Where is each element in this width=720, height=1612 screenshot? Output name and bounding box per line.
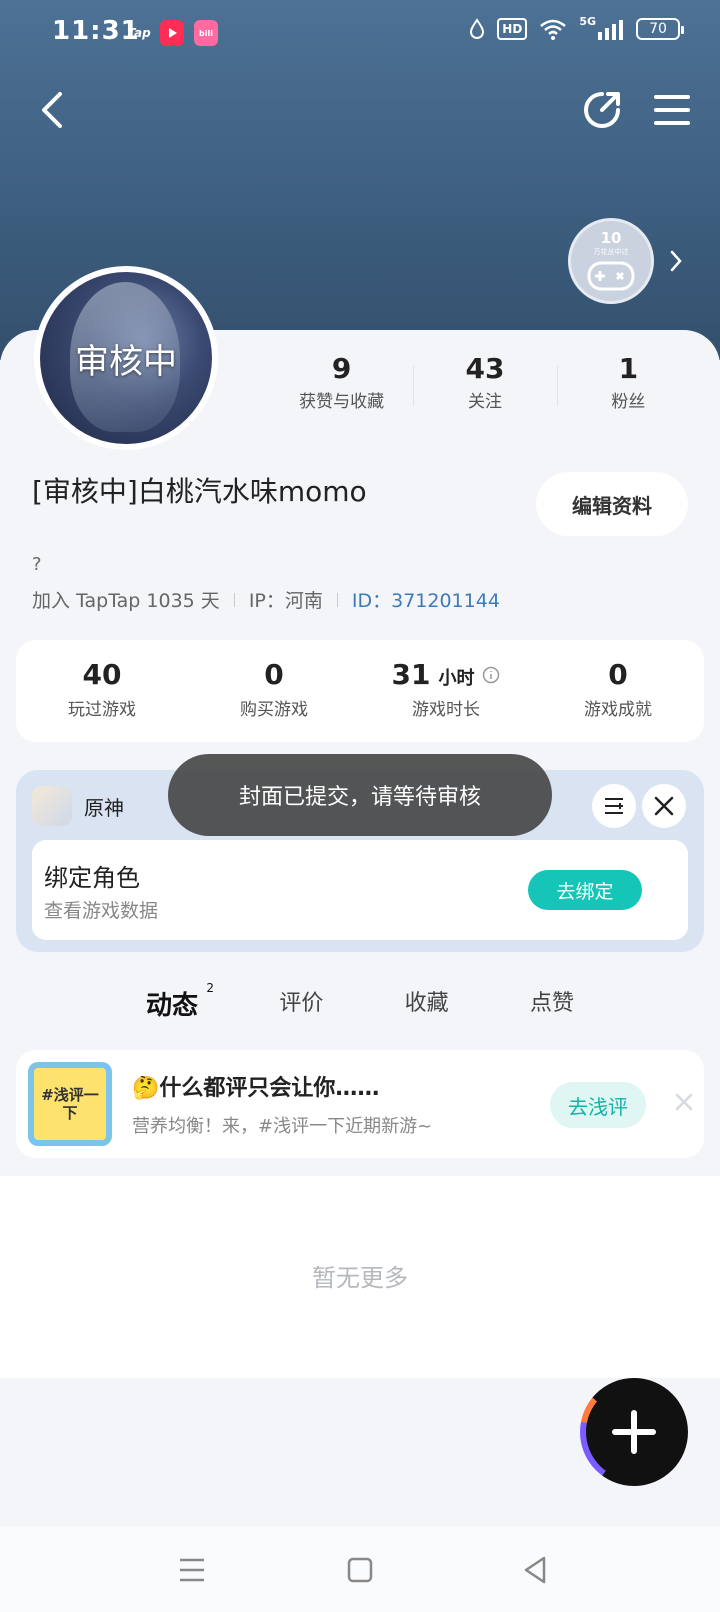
- nav-recents-button[interactable]: [172, 1550, 212, 1590]
- back-button[interactable]: [34, 86, 74, 134]
- edit-profile-button[interactable]: 编辑资料: [536, 472, 688, 536]
- close-card-button[interactable]: [642, 784, 686, 828]
- profile-stats: 9 获赞与收藏 43 关注 1 粉丝: [270, 352, 700, 422]
- badge-more-button[interactable]: [666, 246, 686, 276]
- games-purchased-num: 0: [264, 658, 284, 691]
- promo-title: 🤔什么都评只会让你……: [132, 1076, 380, 1101]
- share-button[interactable]: [580, 88, 624, 132]
- promo-card[interactable]: #浅评一下 🤔什么都评只会让你…… 营养均衡！来，#浅评一下近期新游~ 去浅评: [16, 1050, 704, 1158]
- game-name: 原神: [84, 796, 124, 820]
- triangle-back-icon: [524, 1556, 546, 1584]
- bind-role-box: 绑定角色 查看游戏数据 去绑定: [32, 840, 688, 940]
- games-purchased[interactable]: 0 购买游戏: [188, 640, 360, 742]
- promo-review-button[interactable]: 去浅评: [550, 1082, 646, 1128]
- content-tabs: 动态 2 评价 收藏 点赞: [140, 981, 580, 1035]
- games-played-num: 40: [82, 658, 122, 691]
- achievements-num: 0: [608, 658, 628, 691]
- tab-reviews[interactable]: 评价: [273, 985, 329, 1035]
- signal-icon: [598, 20, 623, 40]
- user-id[interactable]: ID：371201144: [352, 586, 500, 613]
- join-days: 加入 TapTap 1035 天: [32, 590, 220, 612]
- badge-level: 10: [600, 229, 622, 247]
- stat-following[interactable]: 43 关注: [413, 352, 556, 422]
- share-icon: [584, 92, 620, 128]
- bind-title: 绑定角色: [44, 864, 140, 892]
- info-icon[interactable]: [482, 666, 500, 684]
- game-settings-button[interactable]: [592, 784, 636, 828]
- taptap-notification-icon: Tap: [127, 26, 151, 40]
- create-post-button[interactable]: [580, 1378, 688, 1486]
- sort-settings-icon: [605, 798, 623, 814]
- achievement-badge[interactable]: 10 万花丛中过: [568, 218, 654, 304]
- games-played-label: 玩过游戏: [68, 700, 136, 720]
- ip-location: IP：河南: [248, 590, 323, 612]
- hd-badge: HD: [497, 18, 528, 40]
- nav-back-button[interactable]: [516, 1550, 556, 1590]
- menu-lines-icon: [180, 1558, 204, 1582]
- play-time[interactable]: 31 小时 游戏时长: [360, 640, 532, 742]
- stat-likes-label: 获赞与收藏: [299, 392, 385, 412]
- tab-posts-label: 动态: [146, 991, 199, 1021]
- stat-likes[interactable]: 9 获赞与收藏: [270, 352, 413, 422]
- games-played[interactable]: 40 玩过游戏: [16, 640, 188, 742]
- network-type: 5G: [579, 14, 596, 28]
- tab-posts[interactable]: 动态 2: [140, 981, 214, 1035]
- play-time-num: 31: [391, 658, 431, 691]
- chevron-right-icon: [670, 250, 682, 272]
- badge-caption: 万花丛中过: [593, 248, 629, 256]
- bilibili-icon: bili: [194, 20, 218, 46]
- nav-home-button[interactable]: [340, 1550, 380, 1590]
- bio: ?: [32, 554, 42, 575]
- hamburger-icon: [654, 95, 690, 125]
- bind-subtitle: 查看游戏数据: [44, 900, 159, 922]
- close-icon: [675, 1093, 693, 1111]
- toast-message: 封面已提交，请等待审核: [168, 754, 552, 836]
- games-purchased-label: 购买游戏: [240, 700, 308, 720]
- game-stats-card: 40 玩过游戏 0 购买游戏 31 小时 游戏时长 0 游戏成就: [16, 640, 704, 742]
- menu-button[interactable]: [654, 92, 690, 128]
- promo-close-button[interactable]: [672, 1090, 696, 1114]
- profile-meta: 加入 TapTap 1035 天 IP：河南 ID：371201144: [32, 586, 500, 613]
- square-icon: [347, 1557, 373, 1583]
- tab-posts-count: 2: [206, 981, 215, 995]
- stat-followers[interactable]: 1 粉丝: [556, 352, 700, 422]
- bind-button[interactable]: 去绑定: [528, 870, 642, 910]
- promo-image: #浅评一下: [28, 1062, 112, 1146]
- battery-indicator: 70: [636, 18, 684, 40]
- wifi-icon: [540, 19, 567, 40]
- achievements[interactable]: 0 游戏成就: [532, 640, 704, 742]
- achievements-label: 游戏成就: [584, 700, 652, 720]
- divider: [336, 592, 338, 607]
- avatar[interactable]: 审核中: [34, 266, 218, 450]
- stat-likes-num: 9: [331, 352, 352, 385]
- stat-followers-label: 粉丝: [611, 392, 646, 412]
- play-time-unit: 小时: [438, 668, 475, 689]
- stat-followers-num: 1: [618, 352, 639, 385]
- close-icon: [654, 796, 674, 816]
- username: [审核中]白桃汽水味momo: [32, 475, 367, 508]
- promo-image-text: #浅评一下: [34, 1068, 106, 1140]
- divider: [233, 592, 235, 607]
- tab-favorites[interactable]: 收藏: [399, 985, 455, 1035]
- avatar-review-overlay: 审核中: [75, 341, 177, 382]
- drop-icon: [470, 18, 485, 39]
- genshin-game-icon: [32, 786, 72, 826]
- gamepad-icon: [587, 261, 635, 291]
- chevron-left-icon: [42, 92, 62, 128]
- tab-likes[interactable]: 点赞: [524, 985, 580, 1035]
- plus-icon: [612, 1410, 656, 1454]
- system-nav-bar: [0, 1526, 720, 1612]
- empty-state-text: 暂无更多: [312, 1264, 408, 1292]
- youtube-icon: [160, 20, 184, 46]
- status-bar: 11:31 Tap bili HD 5G 70: [0, 0, 720, 64]
- promo-subtitle: 营养均衡！来，#浅评一下近期新游~: [132, 1116, 433, 1137]
- play-time-label: 游戏时长: [412, 700, 480, 720]
- stat-following-label: 关注: [467, 392, 502, 412]
- stat-following-num: 43: [465, 352, 505, 385]
